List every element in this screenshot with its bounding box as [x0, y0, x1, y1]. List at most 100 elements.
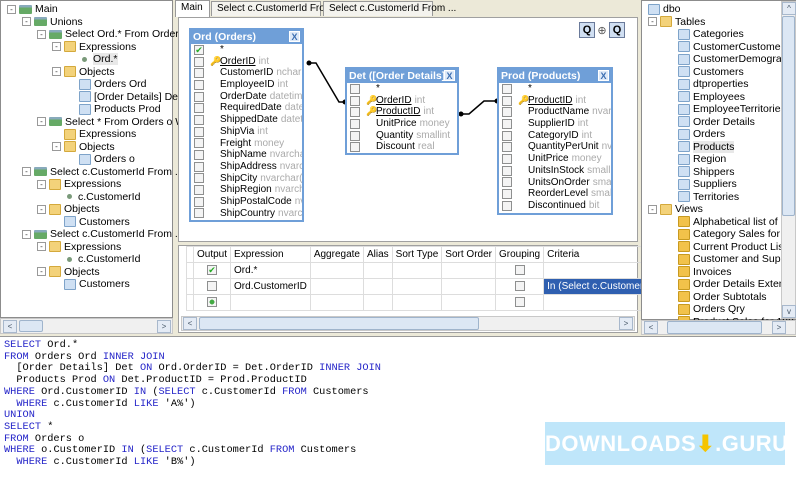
- tree-node[interactable]: Categories: [678, 28, 744, 40]
- scroll-right-button[interactable]: >: [619, 317, 633, 330]
- collapse-toggle[interactable]: -: [37, 242, 46, 251]
- table-field-row[interactable]: ReorderLevelsmallint: [499, 188, 611, 200]
- table-field-row[interactable]: UnitsInStocksmallint: [499, 165, 611, 177]
- field-checkbox[interactable]: [194, 150, 204, 161]
- field-checkbox[interactable]: [350, 107, 360, 118]
- table-field-row[interactable]: Freight money: [191, 138, 302, 150]
- table-field-row[interactable]: QuantityPerUnitnvarchar(20): [499, 141, 611, 153]
- grid-hscrollbar[interactable]: < >: [181, 316, 635, 331]
- column-header-output[interactable]: Output: [192, 246, 232, 263]
- field-checkbox[interactable]: [194, 91, 204, 102]
- collapse-toggle[interactable]: -: [22, 167, 31, 176]
- collapse-toggle[interactable]: -: [37, 29, 46, 39]
- tree-node[interactable]: Orders Qry: [678, 303, 745, 315]
- field-checkbox[interactable]: [350, 130, 360, 141]
- field-checkbox[interactable]: [194, 103, 204, 114]
- tree-node[interactable]: Customers: [52, 216, 130, 228]
- alias-cell[interactable]: [362, 294, 393, 311]
- tree-node[interactable]: [Order Details] Det: [67, 91, 181, 103]
- table-field-row[interactable]: Discount real: [347, 141, 457, 153]
- tree-node[interactable]: Shippers: [678, 166, 734, 178]
- tree-node[interactable]: Order Details Extended: [678, 278, 796, 290]
- scroll-left-button[interactable]: <: [183, 317, 197, 330]
- tree-node[interactable]: Orders Ord: [67, 78, 147, 90]
- right-tree-vscrollbar[interactable]: ^ v: [781, 1, 796, 319]
- grouping-checkbox[interactable]: [514, 281, 525, 292]
- collapse-toggle[interactable]: -: [52, 142, 61, 151]
- field-checkbox[interactable]: [194, 126, 204, 137]
- tree-node[interactable]: - Select c.CustomerId From ...: [22, 228, 184, 240]
- table-prod-products[interactable]: Prod (Products) X * 🔑 ProductID int ProductNam…: [497, 67, 613, 215]
- field-checkbox[interactable]: [194, 173, 204, 184]
- field-checkbox[interactable]: ✔: [194, 44, 204, 55]
- tree-node[interactable]: Territories: [678, 191, 739, 203]
- column-header-aggregate[interactable]: Aggregate: [309, 246, 364, 263]
- column-header-grouping[interactable]: Grouping: [494, 246, 545, 263]
- collapse-toggle[interactable]: -: [7, 4, 16, 14]
- table-title[interactable]: Prod (Products) X: [499, 69, 611, 83]
- scroll-thumb[interactable]: [19, 320, 43, 332]
- grouping-checkbox[interactable]: [514, 265, 525, 276]
- tree-node[interactable]: Expressions: [52, 128, 136, 140]
- tree-node[interactable]: Invoices: [678, 266, 732, 278]
- table-field-row[interactable]: ShipCountrynvarchar(15): [191, 208, 302, 220]
- table-field-row[interactable]: ShipAddressnvarchar(60): [191, 161, 302, 173]
- alias-cell[interactable]: [362, 278, 393, 295]
- table-ord-orders[interactable]: Ord (Orders) X ✔ * 🔑 OrderID int CustomerID ncha…: [189, 28, 304, 222]
- tree-node[interactable]: Orders o: [67, 153, 135, 165]
- field-checkbox[interactable]: [502, 142, 512, 153]
- field-checkbox[interactable]: [194, 196, 204, 207]
- field-checkbox[interactable]: [502, 200, 512, 211]
- scroll-left-button[interactable]: <: [644, 321, 658, 334]
- field-checkbox[interactable]: [194, 138, 204, 149]
- sort-type-cell[interactable]: [391, 262, 443, 279]
- field-checkbox[interactable]: [502, 83, 512, 94]
- tree-node[interactable]: c.CustomerId: [52, 253, 140, 265]
- expression-cell[interactable]: Ord.*: [230, 262, 311, 279]
- right-tree-hscrollbar[interactable]: < >: [641, 320, 796, 335]
- tree-node[interactable]: CustomerCustomerDemo: [678, 41, 796, 53]
- table-field-row[interactable]: 🔑 ProductID int: [347, 106, 457, 118]
- collapse-toggle[interactable]: -: [52, 42, 61, 51]
- tree-node[interactable]: - Objects: [52, 141, 115, 153]
- field-checkbox[interactable]: [194, 114, 204, 125]
- grouping-cell[interactable]: [494, 294, 545, 311]
- table-field-row[interactable]: SupplierID int: [499, 118, 611, 130]
- tree-node[interactable]: Suppliers: [678, 178, 737, 190]
- aggregate-cell[interactable]: [309, 294, 364, 311]
- close-table-button[interactable]: X: [598, 70, 609, 81]
- table-field-row[interactable]: UnitPrice money: [499, 153, 611, 165]
- row-selector[interactable]: [186, 278, 194, 295]
- collapse-toggle[interactable]: -: [52, 67, 61, 76]
- field-checkbox[interactable]: [502, 177, 512, 188]
- table-field-row[interactable]: ShippedDatedatetime: [191, 114, 302, 126]
- tree-node[interactable]: Ord.*: [67, 53, 118, 65]
- table-field-row[interactable]: EmployeeID int: [191, 79, 302, 91]
- column-header-alias[interactable]: Alias: [362, 246, 393, 263]
- sort-order-cell[interactable]: [441, 278, 496, 295]
- collapse-toggle[interactable]: -: [37, 204, 46, 214]
- field-checkbox[interactable]: [194, 68, 204, 79]
- scroll-up-button[interactable]: ^: [782, 2, 796, 15]
- field-checkbox[interactable]: [194, 79, 204, 90]
- field-checkbox[interactable]: [502, 165, 512, 176]
- row-selector[interactable]: [186, 262, 194, 279]
- query-structure-tree[interactable]: - Main - Unions - Select Ord.* From Orders Or…: [0, 0, 204, 318]
- aggregate-cell[interactable]: [309, 262, 364, 279]
- scroll-down-button[interactable]: v: [782, 305, 796, 318]
- sort-type-cell[interactable]: [391, 294, 443, 311]
- scroll-thumb[interactable]: [199, 317, 479, 330]
- grouping-cell[interactable]: [494, 262, 545, 279]
- tree-node[interactable]: Products Prod: [67, 103, 161, 115]
- tree-node[interactable]: dtproperties: [678, 78, 748, 90]
- table-field-row[interactable]: ✔ *: [191, 44, 302, 56]
- tree-node[interactable]: Employees: [678, 91, 745, 103]
- tree-node[interactable]: - Main: [7, 3, 58, 15]
- collapse-toggle[interactable]: -: [37, 117, 46, 126]
- table-field-row[interactable]: OrderDatedatetime: [191, 91, 302, 103]
- table-field-row[interactable]: CategoryID int: [499, 130, 611, 142]
- tree-node[interactable]: Order Subtotals: [678, 291, 767, 303]
- collapse-toggle[interactable]: -: [648, 204, 657, 214]
- collapse-toggle[interactable]: -: [22, 229, 31, 239]
- collapse-toggle[interactable]: -: [37, 267, 46, 276]
